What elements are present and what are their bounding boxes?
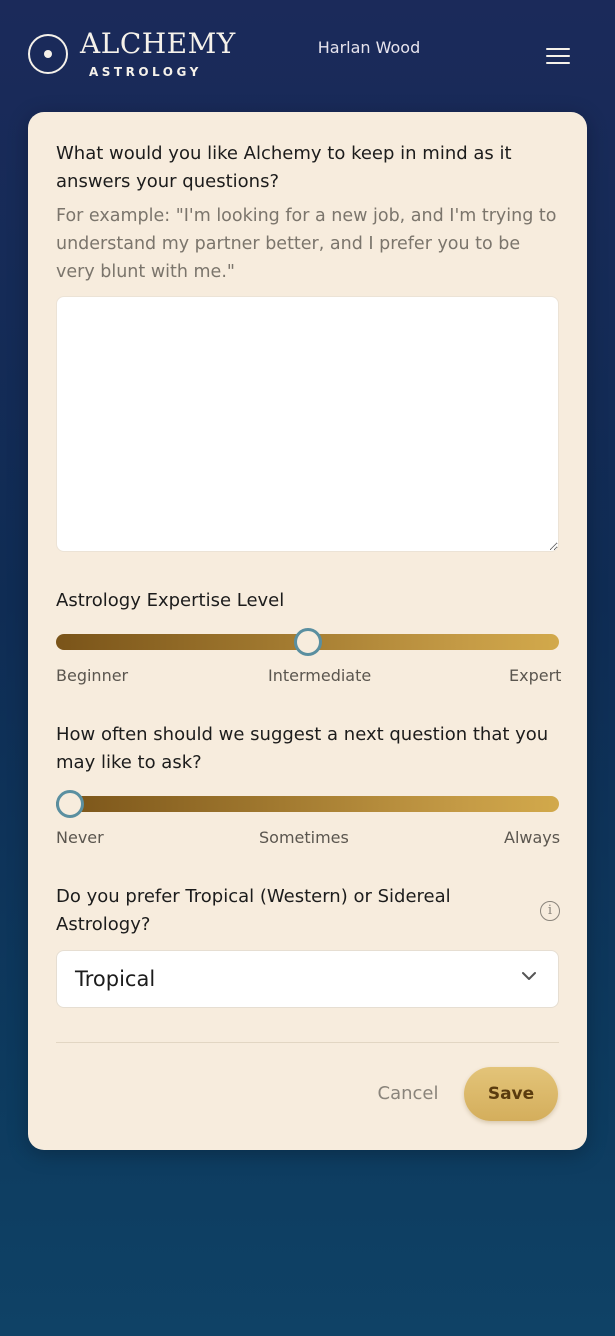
- logo-dot: [44, 50, 52, 58]
- suggest-slider-thumb[interactable]: [56, 790, 84, 818]
- expertise-tick-intermediate: Intermediate: [268, 666, 372, 685]
- app-header: ALCHEMY ASTROLOGY Harlan Wood: [0, 0, 615, 110]
- user-name[interactable]: Harlan Wood: [290, 38, 448, 57]
- expertise-label: Astrology Expertise Level: [56, 590, 285, 611]
- settings-card: What would you like Alchemy to keep in m…: [28, 112, 587, 1150]
- context-question: What would you like Alchemy to keep in m…: [56, 143, 512, 192]
- suggest-slider[interactable]: [56, 790, 559, 818]
- hamburger-icon[interactable]: [544, 46, 572, 66]
- logo-sun-icon: [28, 34, 68, 74]
- zodiac-select[interactable]: Tropical: [56, 950, 559, 1008]
- suggest-tick-always: Always: [504, 828, 561, 847]
- expertise-slider[interactable]: [56, 628, 559, 656]
- suggest-tick-never: Never: [56, 828, 104, 847]
- suggest-tick-sometimes: Sometimes: [259, 828, 349, 847]
- info-icon[interactable]: i: [540, 901, 560, 921]
- cancel-button[interactable]: Cancel: [368, 1078, 448, 1110]
- zodiac-label: Do you prefer Tropical (Western) or Side…: [56, 886, 451, 935]
- logo-wordmark: ALCHEMY: [80, 27, 236, 60]
- expertise-slider-thumb[interactable]: [293, 628, 322, 656]
- save-button[interactable]: Save: [464, 1067, 558, 1121]
- logo-subtitle: ASTROLOGY: [89, 65, 202, 79]
- expertise-tick-expert: Expert: [509, 666, 562, 685]
- suggest-label: How often should we suggest a next quest…: [56, 724, 549, 773]
- context-textarea[interactable]: [56, 296, 559, 552]
- divider: [56, 1042, 559, 1043]
- chevron-down-icon: [522, 972, 536, 980]
- expertise-tick-beginner: Beginner: [56, 666, 129, 685]
- context-hint: For example: "I'm looking for a new job,…: [56, 206, 557, 282]
- zodiac-select-value: Tropical: [75, 967, 156, 991]
